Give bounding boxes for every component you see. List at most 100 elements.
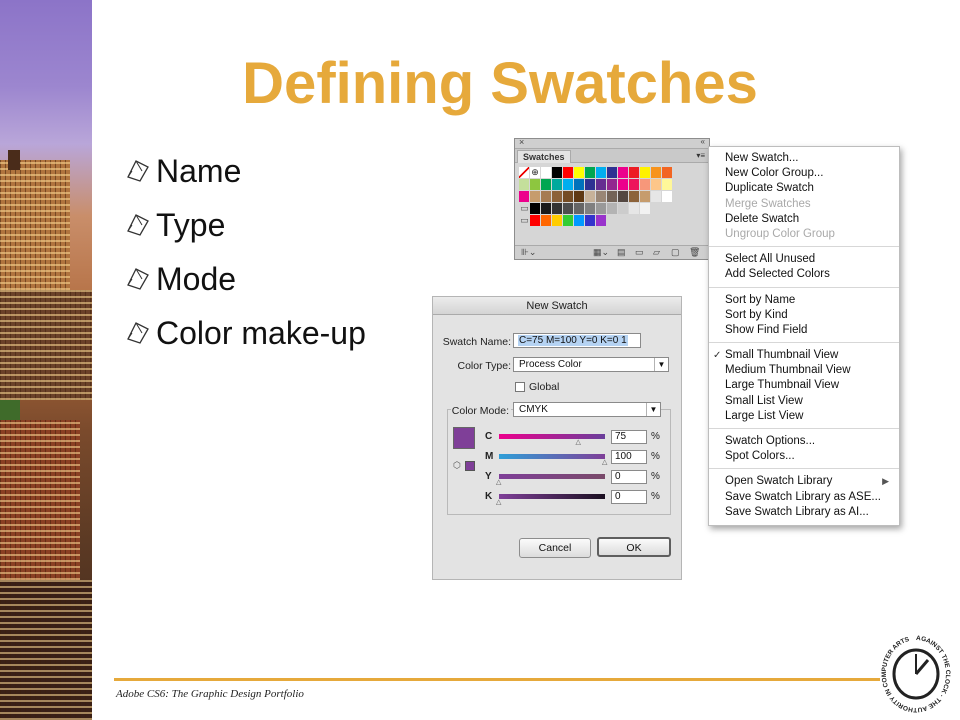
channel-value-c[interactable]: 75 (611, 430, 647, 444)
channel-value-m[interactable]: 100 (611, 450, 647, 464)
menu-item-medium-thumbnail-view[interactable]: Medium Thumbnail View (709, 363, 899, 378)
swatch-name-input[interactable]: C=75 M=100 Y=0 K=0 1 (513, 333, 641, 348)
channel-value-k[interactable]: 0 (611, 490, 647, 504)
menu-item-large-list-view[interactable]: Large List View (709, 409, 899, 424)
close-icon[interactable]: × (519, 137, 524, 147)
menu-item-delete-swatch[interactable]: Delete Swatch (709, 212, 899, 227)
swatch-cell[interactable] (607, 179, 618, 190)
swatch-cell[interactable] (596, 215, 607, 226)
swatch-cell[interactable] (574, 215, 585, 226)
channel-value-y[interactable]: 0 (611, 470, 647, 484)
channel-slider-k[interactable] (499, 494, 605, 499)
swatch-cell[interactable] (563, 203, 574, 214)
menu-item-select-all-unused[interactable]: Select All Unused (709, 252, 899, 267)
menu-item-spot-colors[interactable]: Spot Colors... (709, 449, 899, 464)
swatch-cell[interactable] (574, 191, 585, 202)
menu-item-small-list-view[interactable]: Small List View (709, 394, 899, 409)
swatch-cell[interactable] (585, 191, 596, 202)
swatch-cell[interactable] (618, 167, 629, 178)
cancel-button[interactable]: Cancel (519, 538, 591, 558)
new-swatch-icon[interactable]: ▢ (671, 247, 680, 258)
color-type-select[interactable]: Process Color ▼ (513, 357, 669, 372)
swatch-cell[interactable] (519, 179, 530, 190)
collapse-icon[interactable]: « (701, 137, 705, 146)
swatch-cell[interactable] (596, 191, 607, 202)
none-swatch[interactable] (519, 167, 530, 178)
swatch-cell[interactable] (563, 191, 574, 202)
menu-item-sort-by-name[interactable]: Sort by Name (709, 293, 899, 308)
swatch-cell[interactable] (618, 179, 629, 190)
slider-thumb-icon[interactable]: △ (496, 478, 501, 486)
library-icon[interactable]: ⊪⌄ (521, 247, 536, 258)
swatch-cell[interactable] (552, 179, 563, 190)
color-group-icon[interactable]: ▭ (635, 247, 644, 258)
swatch-cell[interactable] (662, 179, 673, 190)
swatch-cell[interactable] (563, 215, 574, 226)
menu-item-new-swatch[interactable]: New Swatch... (709, 151, 899, 166)
menu-item-save-swatch-library-as-ai[interactable]: Save Swatch Library as AI... (709, 505, 899, 520)
channel-slider-m[interactable] (499, 454, 605, 459)
swatch-cell[interactable] (596, 203, 607, 214)
menu-item-swatch-options[interactable]: Swatch Options... (709, 434, 899, 449)
swatch-cell[interactable] (530, 203, 541, 214)
panel-menu-icon[interactable]: ▾≡ (696, 151, 705, 160)
swatch-cell[interactable] (607, 167, 618, 178)
swatch-cell[interactable] (563, 179, 574, 190)
swatch-cell[interactable] (574, 167, 585, 178)
ok-button[interactable]: OK (597, 537, 671, 557)
swatch-cell[interactable] (585, 167, 596, 178)
slider-thumb-icon[interactable]: △ (602, 458, 607, 466)
swatch-cell[interactable] (530, 215, 541, 226)
swatch-cell[interactable] (618, 203, 629, 214)
swatch-cell[interactable] (552, 203, 563, 214)
swatch-cell[interactable] (585, 203, 596, 214)
swatch-cell[interactable] (596, 167, 607, 178)
swatch-cell[interactable] (662, 167, 673, 178)
swatch-cell[interactable] (585, 179, 596, 190)
swatch-cell[interactable] (640, 203, 651, 214)
swatch-cell[interactable] (640, 179, 651, 190)
swatch-cell[interactable] (629, 167, 640, 178)
new-folder-icon[interactable]: ▱ (653, 247, 660, 258)
swatch-cell[interactable] (574, 179, 585, 190)
swatch-cell[interactable] (629, 203, 640, 214)
swatch-cell[interactable] (574, 203, 585, 214)
menu-item-small-thumbnail-view[interactable]: ✓ Small Thumbnail View (709, 348, 899, 363)
swatch-options-icon[interactable]: ▤ (617, 247, 626, 258)
swatch-cell[interactable] (541, 191, 552, 202)
swatch-cell[interactable] (519, 191, 530, 202)
swatch-cell[interactable] (585, 215, 596, 226)
swatch-cell[interactable] (607, 203, 618, 214)
swatch-cell[interactable] (541, 215, 552, 226)
menu-item-duplicate-swatch[interactable]: Duplicate Swatch (709, 181, 899, 196)
channel-slider-c[interactable] (499, 434, 605, 439)
menu-item-large-thumbnail-view[interactable]: Large Thumbnail View (709, 378, 899, 393)
swatch-cell[interactable] (552, 191, 563, 202)
swatch-cell[interactable] (552, 215, 563, 226)
swatch-cell[interactable] (640, 167, 651, 178)
slider-thumb-icon[interactable]: △ (496, 498, 501, 506)
swatch-cell[interactable] (629, 179, 640, 190)
swatch-cell[interactable] (618, 191, 629, 202)
slider-thumb-icon[interactable]: △ (576, 438, 581, 446)
swatch-cell[interactable] (563, 167, 574, 178)
menu-item-sort-by-kind[interactable]: Sort by Kind (709, 308, 899, 323)
swatch-cell[interactable] (541, 167, 552, 178)
registration-swatch[interactable]: ⊕ (530, 167, 541, 178)
menu-item-new-color-group[interactable]: New Color Group... (709, 166, 899, 181)
menu-item-add-selected-colors[interactable]: Add Selected Colors (709, 267, 899, 282)
menu-item-show-find-field[interactable]: Show Find Field (709, 323, 899, 338)
global-checkbox[interactable] (515, 382, 525, 392)
channel-slider-y[interactable] (499, 474, 605, 479)
swatch-cell[interactable] (651, 179, 662, 190)
swatch-cell[interactable] (662, 191, 673, 202)
tab-swatches[interactable]: Swatches (517, 150, 571, 163)
swatch-cell[interactable] (530, 179, 541, 190)
swatch-cell[interactable] (541, 203, 552, 214)
swatch-cell[interactable] (640, 191, 651, 202)
kind-menu-icon[interactable]: ▦⌄ (593, 247, 609, 258)
menu-item-open-swatch-library[interactable]: Open Swatch Library ▶ (709, 474, 899, 489)
swatch-cell[interactable] (541, 179, 552, 190)
swatch-cell[interactable] (651, 167, 662, 178)
trash-icon[interactable]: 🗑 (689, 247, 700, 258)
